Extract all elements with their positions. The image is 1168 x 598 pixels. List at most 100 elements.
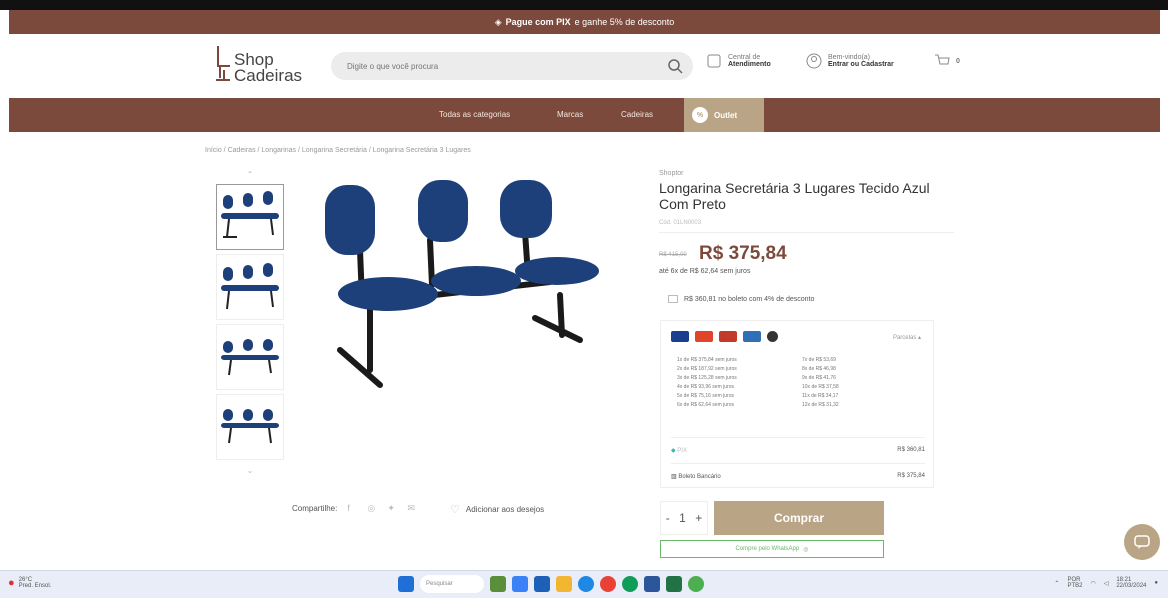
- product-sku: Cód. 01LN0003: [659, 220, 702, 226]
- app-icon[interactable]: [512, 576, 528, 592]
- volume-icon[interactable]: ◁: [1104, 580, 1109, 587]
- installment-cell: 7x de R$ 53,69: [802, 357, 836, 363]
- breadcrumb[interactable]: Início / Cadeiras / Longarinas / Longari…: [205, 147, 471, 154]
- qty-minus-button[interactable]: -: [666, 511, 670, 525]
- heart-icon: ♡: [450, 504, 460, 516]
- account-label: Bem-vindo(a): [828, 54, 871, 61]
- taskbar-search[interactable]: Pesquisar: [420, 575, 484, 593]
- site-logo[interactable]: Shop Cadeiras: [214, 40, 324, 92]
- qty-value[interactable]: 1: [679, 511, 686, 525]
- customer-service-link[interactable]: Central de Atendimento: [705, 52, 771, 70]
- boleto-discount: R$ 360,81 no boleto com 4% de desconto: [668, 295, 814, 303]
- share-label: Compartilhe:: [292, 503, 338, 513]
- browser-top-strip: [0, 0, 1168, 10]
- main-product-image[interactable]: [300, 170, 620, 410]
- email-icon[interactable]: ✉: [407, 503, 417, 513]
- installment-info: até 6x de R$ 62,64 sem juros: [659, 268, 751, 275]
- file-explorer-icon[interactable]: [556, 576, 572, 592]
- weather-icon: ●: [8, 577, 15, 589]
- thumbnail-gallery: ⌃ ⌄: [216, 170, 284, 475]
- mastercard-icon[interactable]: [695, 331, 713, 342]
- search-icon[interactable]: [667, 58, 683, 74]
- app-icon[interactable]: [600, 576, 616, 592]
- thumbnail-3[interactable]: [216, 324, 284, 390]
- app-icon[interactable]: [688, 576, 704, 592]
- installment-cell: 2x de R$ 187,92 sem juros: [677, 366, 737, 372]
- installments-table: 1x de R$ 375,84 sem juros 7x de R$ 53,69…: [677, 357, 927, 408]
- nav-item-brands[interactable]: Marcas: [557, 110, 583, 119]
- product-brand[interactable]: Shoptor: [659, 170, 684, 177]
- central-value: Atendimento: [728, 61, 771, 68]
- thumbnail-4[interactable]: [216, 394, 284, 460]
- nav-item-chairs[interactable]: Cadeiras: [621, 110, 653, 119]
- wishlist-button[interactable]: ♡ Adicionar aos desejos: [450, 503, 544, 516]
- nav-item-categories[interactable]: Todas as categorias: [439, 110, 510, 119]
- app-icon[interactable]: [534, 576, 550, 592]
- whatsapp-label: Compre pelo WhatsApp: [735, 546, 800, 552]
- card-brands: [671, 331, 778, 342]
- amex-card-icon[interactable]: [743, 331, 761, 342]
- nav-item-outlet[interactable]: % Outlet: [684, 98, 764, 132]
- cart-link[interactable]: 0: [933, 52, 960, 70]
- installments-toggle[interactable]: Parcelas ▴: [893, 334, 921, 341]
- facebook-icon[interactable]: f: [347, 503, 357, 513]
- boleto-text: R$ 360,81 no boleto com 4% de desconto: [684, 295, 815, 303]
- edge-browser-icon[interactable]: [578, 576, 594, 592]
- outlet-label: Outlet: [714, 110, 738, 120]
- old-price: R$ 415,00: [659, 252, 687, 258]
- weather-widget[interactable]: ● 26°C Pred. Ensol.: [8, 577, 51, 589]
- chat-bubble-icon: [1134, 535, 1150, 549]
- diners-card-icon[interactable]: [767, 331, 778, 342]
- app-icon[interactable]: [490, 576, 506, 592]
- barcode-icon: [668, 295, 678, 303]
- promo-bar: ◈ Pague com PIX e ganhe 5% de desconto: [9, 10, 1160, 34]
- main-nav: Todas as categorias Marcas Cadeiras % Ou…: [9, 98, 1160, 132]
- thumb-up-arrow-icon[interactable]: ⌃: [244, 170, 256, 180]
- divider: [671, 437, 925, 438]
- wifi-icon[interactable]: ◠: [1090, 580, 1095, 587]
- thumb-down-arrow-icon[interactable]: ⌄: [244, 466, 256, 476]
- installment-cell: 11x de R$ 34,17: [802, 393, 839, 399]
- logo-text-line2: Cadeiras: [234, 66, 303, 85]
- chevron-up-icon[interactable]: ⌃: [1054, 580, 1059, 587]
- current-price: R$ 375,84: [699, 243, 787, 264]
- outlet-badge-icon: %: [692, 107, 708, 123]
- bench-chair-illustration: [325, 180, 599, 388]
- weather-desc: Pred. Ensol.: [18, 583, 52, 589]
- installment-cell: 6x de R$ 62,64 sem juros: [677, 402, 734, 408]
- buy-button[interactable]: Comprar: [714, 501, 884, 535]
- product-title: Longarina Secretária 3 Lugares Tecido Az…: [659, 180, 930, 212]
- boleto-value: R$ 375,84: [897, 473, 925, 479]
- notification-icon[interactable]: ●: [1154, 580, 1158, 586]
- quantity-stepper[interactable]: - 1 +: [660, 501, 708, 535]
- app-icon[interactable]: [644, 576, 660, 592]
- qty-plus-button[interactable]: +: [695, 511, 702, 525]
- taskbar-search-label: Pesquisar: [426, 581, 453, 587]
- whatsapp-icon[interactable]: ◎: [367, 503, 377, 513]
- visa-card-icon[interactable]: [671, 331, 689, 342]
- clock-date: 22/03/2024: [1116, 583, 1147, 589]
- system-tray: ⌃ POR PTB2 ◠ ◁ 18:21 22/03/2024 ●: [1054, 577, 1158, 589]
- windows-start-icon[interactable]: [398, 576, 414, 592]
- site-header: Shop Cadeiras Central deAtendimento Bem-…: [9, 34, 1160, 98]
- whatsapp-buy-button[interactable]: Compre pelo WhatsApp ◎: [660, 540, 884, 558]
- divider: [671, 463, 925, 464]
- user-icon: [806, 53, 822, 69]
- thumbnail-1[interactable]: [216, 184, 284, 250]
- share-row: Compartilhe: f ◎ ✦ ✉: [292, 503, 417, 513]
- elo-card-icon[interactable]: [719, 331, 737, 342]
- lang-label-2: PTB2: [1067, 583, 1083, 589]
- installment-cell: 4x de R$ 93,96 sem juros: [677, 384, 734, 390]
- chrome-icon[interactable]: [622, 576, 638, 592]
- account-link[interactable]: Bem-vindo(a) Entrar ou Cadastrar: [805, 52, 894, 70]
- search-input[interactable]: [347, 58, 647, 74]
- taskbar-apps: Pesquisar: [398, 575, 704, 593]
- whatsapp-icon: ◎: [803, 546, 809, 553]
- excel-icon[interactable]: [666, 576, 682, 592]
- phone-icon: [707, 54, 721, 68]
- installment-cell: 3x de R$ 125,28 sem juros: [677, 375, 737, 381]
- thumbnail-2[interactable]: [216, 254, 284, 320]
- wishlist-label: Adicionar aos desejos: [465, 505, 545, 514]
- chat-button[interactable]: [1124, 524, 1160, 560]
- twitter-icon[interactable]: ✦: [387, 503, 397, 513]
